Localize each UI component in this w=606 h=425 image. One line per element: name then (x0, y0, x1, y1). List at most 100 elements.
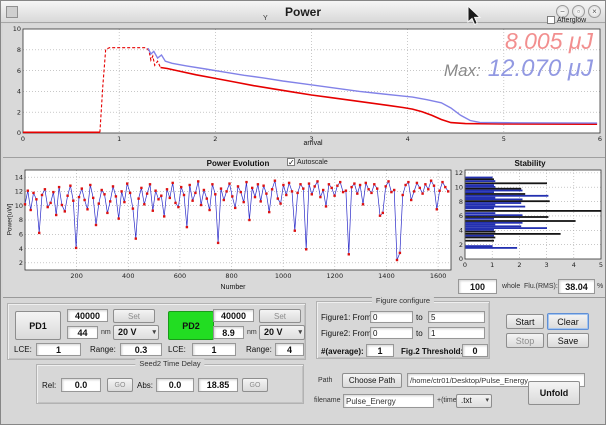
pd2-lce-input[interactable] (192, 343, 236, 356)
x-tick-label: 800 (225, 272, 237, 280)
data-point-marker (419, 187, 421, 189)
data-point-marker (64, 210, 66, 212)
stability-bar (465, 197, 495, 199)
whole-count-input[interactable] (458, 279, 497, 294)
rel-delay-input[interactable] (61, 378, 101, 392)
data-point-marker (92, 197, 94, 199)
pd1-wavelength-input[interactable] (67, 326, 98, 339)
x-tick-label: 4 (572, 261, 576, 269)
figure-configure-groupbox: Figure configure Figure1: From to Figure… (316, 301, 490, 359)
stability-bar (465, 195, 548, 197)
pd2-set-button[interactable]: Set (259, 309, 301, 323)
figure1-from-input[interactable] (370, 311, 413, 323)
pd1-voltage-select[interactable]: 20 V ▾ (113, 325, 159, 340)
y-tick-label: 10 (455, 183, 463, 191)
pd1-range-label: Range: (90, 345, 116, 354)
figure2-from-input[interactable] (370, 327, 413, 339)
afterglow-checkbox[interactable]: Afterglow (547, 16, 586, 24)
data-point-marker (413, 190, 415, 192)
data-point-marker (140, 187, 142, 189)
clear-button[interactable]: Clear (547, 313, 589, 330)
start-button[interactable]: Start (506, 314, 544, 329)
close-icon[interactable]: × (588, 5, 601, 18)
data-point-marker (98, 202, 100, 204)
figure1-to-input[interactable] (428, 311, 485, 323)
stop-button[interactable]: Stop (506, 333, 544, 348)
data-point-marker (424, 183, 426, 185)
figure2-to-input[interactable] (428, 327, 485, 339)
pd1-button[interactable]: PD1 (15, 311, 61, 340)
x-tick-label: 1400 (378, 272, 395, 280)
autoscale-checkbox-box[interactable]: ✓ (287, 158, 295, 166)
data-point-marker (376, 187, 378, 189)
data-point-marker (30, 209, 32, 211)
pd2-button[interactable]: PD2 (168, 311, 214, 340)
x-tick-label: 2 (213, 135, 217, 143)
data-point-marker (32, 192, 34, 194)
pd1-range-input[interactable] (120, 343, 162, 356)
pd2-range-input[interactable] (275, 343, 304, 356)
data-point-marker (78, 196, 80, 198)
stability-bar (465, 200, 549, 202)
figure2-from-label: Figure2: From (321, 329, 371, 338)
pd2-wavelength-input[interactable] (213, 326, 244, 339)
data-point-marker (228, 182, 230, 184)
data-point-marker (112, 185, 114, 187)
fig2-threshold-input[interactable] (462, 344, 488, 357)
data-point-marker (410, 199, 412, 201)
extension-value: .txt (461, 396, 472, 405)
rms-value-input[interactable] (558, 279, 595, 294)
whole-label: whole (502, 283, 520, 290)
average-input[interactable] (366, 344, 394, 357)
abs-go-button[interactable]: GO (242, 378, 268, 392)
data-point-marker (183, 194, 185, 196)
chevron-down-icon: ▾ (485, 395, 489, 407)
data-point-marker (387, 180, 389, 182)
data-point-marker (322, 189, 324, 191)
y-tick-label: 14 (15, 173, 23, 181)
autoscale-checkbox[interactable]: ✓ Autoscale (287, 158, 328, 166)
filename-input[interactable] (343, 394, 434, 408)
data-point-marker (189, 184, 191, 186)
unfold-button[interactable]: Unfold (528, 381, 580, 405)
pd2-voltage-select[interactable]: 20 V ▾ (259, 325, 305, 340)
data-point-marker (208, 209, 210, 211)
data-point-marker (294, 230, 296, 232)
data-point-marker (296, 192, 298, 194)
pd1-lce-input[interactable] (36, 343, 81, 356)
data-point-marker (157, 198, 159, 200)
y-tick-label: 12 (15, 188, 23, 196)
save-button[interactable]: Save (547, 333, 589, 348)
extension-select[interactable]: .txt ▾ (456, 394, 492, 408)
stability-bar (465, 188, 521, 190)
pd1-set-button[interactable]: Set (113, 309, 155, 323)
stability-bar (465, 180, 495, 182)
choose-path-button[interactable]: Choose Path (342, 373, 402, 388)
pd2-frequency-input[interactable] (213, 309, 254, 322)
stability-bar (465, 193, 525, 195)
pd1-frequency-input[interactable] (67, 309, 108, 322)
seed2-title: Seed2 Time Delay (135, 359, 204, 368)
afterglow-checkbox-box[interactable] (547, 16, 555, 24)
x-tick-label: 4 (406, 135, 410, 143)
titlebar[interactable]: Power − ▫ × (1, 1, 605, 23)
power-evolution-xlabel: Number (153, 284, 313, 291)
data-point-marker (194, 192, 196, 194)
pd1-nm-label: nm (101, 329, 111, 336)
stability-bar (465, 208, 494, 210)
data-point-marker (106, 212, 108, 214)
abs-target-input[interactable] (198, 378, 238, 392)
mouse-cursor (467, 5, 483, 27)
data-point-marker (81, 187, 83, 189)
data-point-marker (356, 192, 358, 194)
stability-bar (465, 229, 494, 231)
data-point-marker (336, 185, 338, 187)
data-point-marker (146, 192, 148, 194)
data-point-marker (382, 212, 384, 214)
stability-bar (465, 210, 601, 212)
y-tick-label: 4 (19, 245, 23, 253)
abs-delay-input[interactable] (156, 378, 194, 392)
stability-bar (465, 199, 522, 201)
data-point-marker (421, 192, 423, 194)
rel-go-button[interactable]: GO (107, 378, 133, 392)
